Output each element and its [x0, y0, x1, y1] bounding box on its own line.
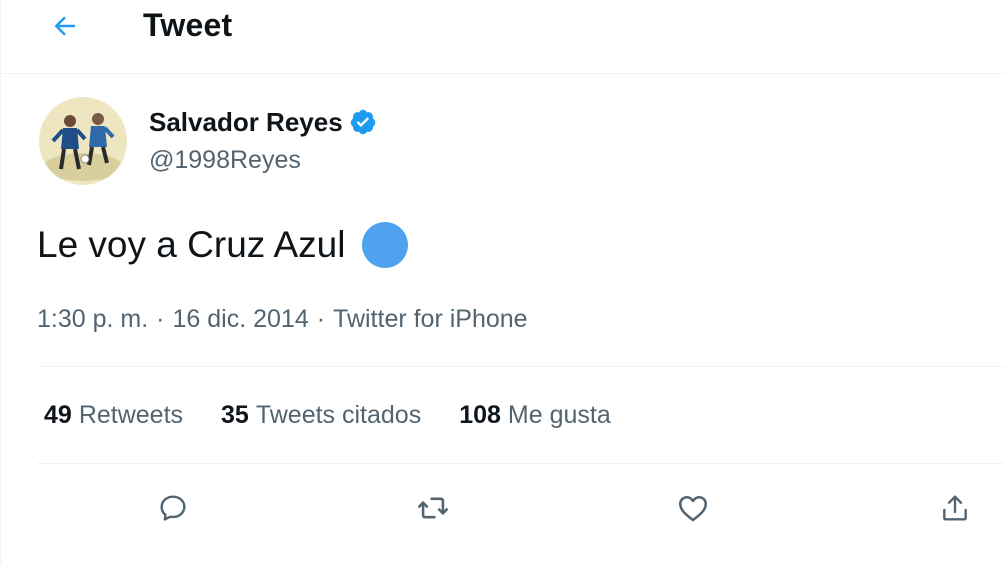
reply-button[interactable]: [149, 484, 197, 532]
blue-circle-emoji: [361, 221, 409, 269]
likes-count: 108: [459, 401, 501, 429]
share-icon: [943, 495, 967, 521]
meta-separator: ·: [316, 305, 326, 333]
meta-separator: ·: [156, 305, 165, 333]
tweet-text: Le voy a Cruz Azul: [37, 221, 409, 269]
tweet-stats: 49 Retweets 35 Tweets citados 108 Me gus…: [44, 398, 649, 432]
quote-tweets-count: 35: [221, 401, 249, 429]
like-icon: [678, 495, 708, 522]
tweet-meta: 1:30 p. m. · 16 dic. 2014 · Twitter for …: [37, 302, 528, 336]
arrow-left-icon: [54, 16, 75, 36]
divider: [37, 463, 1004, 464]
author-name: Salvador Reyes: [149, 107, 343, 137]
avatar[interactable]: [39, 97, 127, 185]
retweets-stat[interactable]: 49 Retweets: [44, 398, 183, 432]
likes-label: Me gusta: [507, 401, 611, 429]
like-button[interactable]: [669, 484, 717, 532]
page-title: Tweet: [143, 7, 233, 43]
tweet-text-content: Le voy a Cruz Azul: [37, 224, 346, 265]
page-header: Tweet: [1, 0, 1004, 74]
divider: [37, 366, 1004, 367]
back-button[interactable]: [45, 6, 85, 46]
tweet-page: Tweet Salvador Reyes @1998Reyes Le voy a…: [0, 0, 1004, 565]
retweet-button[interactable]: [409, 484, 457, 532]
avatar-image: [39, 97, 127, 185]
tweet-date[interactable]: 16 dic. 2014: [173, 302, 309, 336]
likes-stat[interactable]: 108 Me gusta: [459, 398, 611, 432]
quote-tweets-label: Tweets citados: [255, 401, 422, 429]
quote-tweets-stat[interactable]: 35 Tweets citados: [221, 398, 421, 432]
author-name-link[interactable]: Salvador Reyes: [149, 105, 377, 139]
retweet-icon: [417, 497, 449, 519]
retweets-label: Retweets: [78, 401, 184, 429]
tweet-time[interactable]: 1:30 p. m.: [37, 302, 148, 336]
reply-icon: [160, 495, 186, 521]
retweets-count: 49: [44, 401, 72, 429]
author-handle[interactable]: @1998Reyes: [149, 143, 301, 177]
share-button[interactable]: [931, 484, 979, 532]
tweet-source[interactable]: Twitter for iPhone: [333, 302, 528, 336]
verified-badge-icon: [349, 108, 377, 136]
